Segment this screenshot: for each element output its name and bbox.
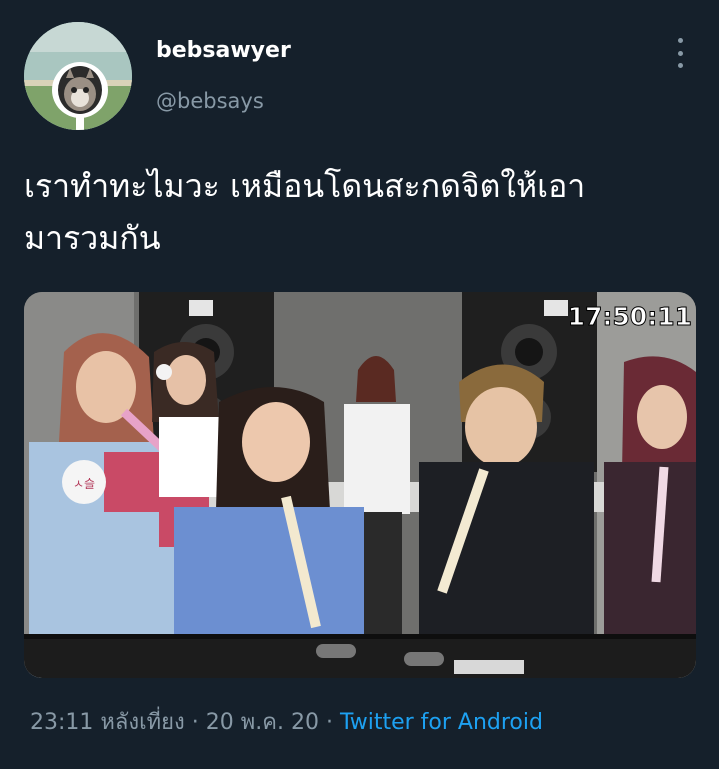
display-name[interactable]: bebsawyer: [156, 38, 291, 63]
tweet-time[interactable]: 23:11 หลังเที่ยง: [30, 710, 185, 735]
avatar-cat-image: [24, 22, 132, 130]
tweet-media-image[interactable]: 17:50:11 ㅅ슬: [24, 292, 696, 678]
tweet-date[interactable]: 20 พ.ค. 20: [206, 710, 319, 735]
media-scene: 17:50:11 ㅅ슬: [24, 292, 696, 678]
timestamp-separator: ·: [184, 710, 206, 735]
more-vertical-icon[interactable]: [670, 38, 690, 68]
tweet-timestamp: 23:11 หลังเที่ยง · 20 พ.ค. 20 · Twitter …: [30, 704, 700, 739]
tweet-text-line: มารวมกัน: [24, 219, 161, 257]
media-name-tag: ㅅ슬: [73, 477, 95, 491]
user-handle[interactable]: @bebsays: [156, 89, 264, 113]
tweet-source-link[interactable]: Twitter for Android: [340, 710, 543, 735]
tweet-text-line: เราทำทะไมวะ เหมือนโดนสะกดจิตให้เอา: [24, 167, 586, 205]
timestamp-separator: ·: [318, 710, 340, 735]
tweet-text: เราทำทะไมวะ เหมือนโดนสะกดจิตให้เอา มารวม…: [24, 160, 684, 264]
media-timer: 17:50:11: [568, 302, 692, 331]
avatar[interactable]: [24, 22, 132, 130]
